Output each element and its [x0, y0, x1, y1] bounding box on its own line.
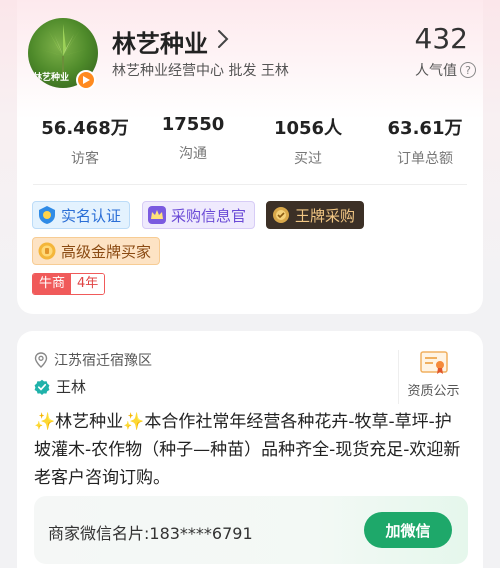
- niu-years: 4年: [71, 274, 105, 294]
- popularity-label-row[interactable]: 人气值 ?: [415, 60, 476, 80]
- popularity-label: 人气值: [415, 63, 457, 79]
- badge-real-name[interactable]: 实名认证: [32, 201, 131, 229]
- gold-coin-icon: [38, 242, 56, 260]
- help-icon[interactable]: ?: [460, 62, 476, 78]
- stat-label: 沟通: [179, 146, 207, 162]
- chevron-right-icon[interactable]: [216, 28, 230, 50]
- wechat-card: 商家微信名片:183****6791 加微信: [34, 496, 468, 564]
- verified-badge-icon: [34, 379, 50, 395]
- live-play-icon[interactable]: [76, 70, 96, 90]
- location-pin-icon: [34, 352, 48, 368]
- crown-icon: [148, 206, 166, 224]
- niu-merchant-tag[interactable]: 牛商 4年: [32, 273, 106, 295]
- stat-value: 63.61万: [387, 118, 463, 139]
- location-row[interactable]: 江苏宿迁宿豫区: [34, 350, 152, 370]
- shop-description: ✨林艺种业✨本合作社常年经营各种花卉-牧草-草坪-护坡灌木-农作物（种子—种苗）…: [34, 412, 461, 488]
- stat-value: 17550: [161, 114, 225, 135]
- badge-label: 高级金牌买家: [61, 242, 152, 261]
- divider: [33, 184, 467, 185]
- badge-label: 采购信息官: [171, 206, 247, 225]
- shop-subtitle: 林艺种业经营中心 批发 王林: [112, 63, 289, 79]
- laurel-icon: [273, 207, 289, 223]
- badge-label: 实名认证: [61, 206, 122, 225]
- stat-bought: 1056人 买过: [258, 114, 358, 168]
- stat-label: 买过: [294, 151, 322, 167]
- stat-value: 56.468万: [41, 118, 129, 139]
- popularity-value: 432: [414, 22, 468, 55]
- add-wechat-button[interactable]: 加微信: [364, 512, 452, 548]
- stat-label: 订单总额: [397, 151, 453, 167]
- qualification-label: 资质公示: [407, 384, 460, 399]
- stat-label: 访客: [71, 151, 99, 167]
- avatar-caption: 林艺种业: [33, 73, 70, 83]
- shield-check-icon: [39, 206, 55, 224]
- stat-visitors: 56.468万 访客: [35, 114, 135, 168]
- badge-label: 王牌采购: [295, 206, 356, 225]
- shop-name[interactable]: 林艺种业: [112, 24, 208, 59]
- niu-label: 牛商: [33, 274, 72, 294]
- owner-name: 王林: [56, 378, 87, 396]
- certificate-icon: [419, 351, 448, 374]
- stat-order-total: 63.61万 订单总额: [375, 114, 475, 168]
- stat-communications: 17550 沟通: [143, 114, 243, 163]
- badge-purchase-officer[interactable]: 采购信息官: [142, 201, 256, 229]
- stat-value: 1056人: [273, 118, 343, 139]
- stats-row: 56.468万 访客 17550 沟通 1056人 买过 63.61万 订单总额: [17, 114, 483, 174]
- qualification-button[interactable]: 资质公示: [398, 350, 468, 404]
- badge-ace-purchase[interactable]: 王牌采购: [266, 201, 365, 229]
- location-text: 江苏宿迁宿豫区: [54, 353, 152, 369]
- owner-row: 王林: [34, 376, 86, 397]
- badge-gold-buyer[interactable]: 高级金牌买家: [32, 237, 161, 265]
- wechat-card-text: 商家微信名片:183****6791: [48, 524, 253, 543]
